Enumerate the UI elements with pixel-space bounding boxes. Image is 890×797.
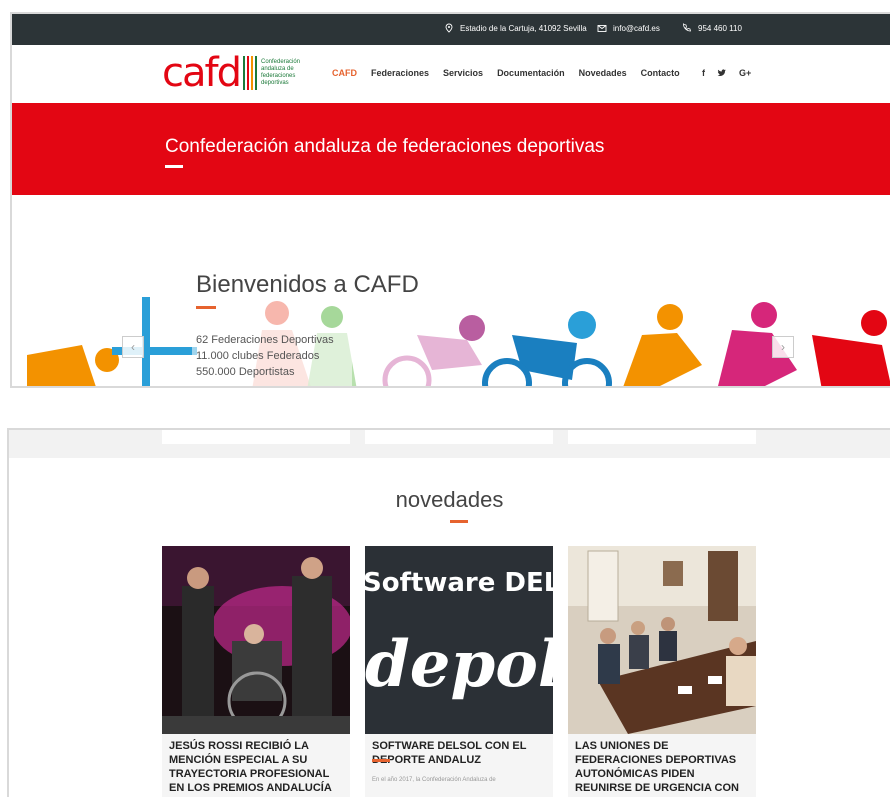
- news-card-image[interactable]: [162, 546, 350, 734]
- page-banner: Confederación andaluza de federaciones d…: [12, 103, 890, 195]
- banner-underline: [165, 165, 183, 168]
- image-text-top: Software DEL: [365, 568, 553, 598]
- news-section-title: novedades: [395, 487, 504, 512]
- stat-clubes: 11.000 clubes Federados: [196, 350, 320, 362]
- logo-word: cafd: [162, 50, 242, 96]
- address-item: Estadio de la Cartuja, 41092 Sevilla: [444, 23, 587, 33]
- mail-icon: [597, 25, 607, 32]
- chevron-left-icon: ‹: [131, 340, 135, 354]
- email-item[interactable]: info@cafd.es: [597, 23, 660, 33]
- software-delsol-image: Software DEL depol: [365, 546, 553, 734]
- logo-subtitle: Confederación andaluza de federaciones d…: [260, 59, 301, 86]
- nav-item-contacto[interactable]: Contacto: [641, 68, 680, 78]
- phone-icon: [683, 23, 692, 32]
- nav-item-documentacion[interactable]: Documentación: [497, 68, 565, 78]
- phone-item[interactable]: 954 460 110: [682, 23, 742, 33]
- google-plus-icon[interactable]: G+: [739, 68, 751, 78]
- social-links: f G+: [702, 68, 751, 78]
- slider-next-button[interactable]: ›: [772, 336, 794, 358]
- news-card-underline: [372, 759, 390, 762]
- home-screenshot-bottom: novedades JESÚS ROSSI RECIBIÓ LA MENCIÓN…: [7, 428, 890, 797]
- news-card-title[interactable]: SOFTWARE DELSOL CON EL DEPORTE ANDALUZ: [372, 739, 550, 767]
- hero-slider: Bienvenidos a CAFD 62 Federaciones Depor…: [12, 195, 890, 386]
- location-pin-icon: [445, 23, 453, 33]
- twitter-icon[interactable]: [717, 68, 727, 78]
- news-underline: [450, 520, 468, 523]
- news-card[interactable]: Software DEL depol SOFTWARE DELSOL CON E…: [365, 546, 553, 797]
- banner-title: Confederación andaluza de federaciones d…: [165, 136, 605, 157]
- award-photo: [162, 546, 350, 734]
- news-card-excerpt: En el año 2017, la Confederación Andaluz…: [372, 777, 496, 783]
- nav-item-servicios[interactable]: Servicios: [443, 68, 483, 78]
- hero-title: Bienvenidos a CAFD: [196, 271, 419, 298]
- main-menu: CAFD Federaciones Servicios Documentació…: [332, 68, 680, 78]
- address-text: Estadio de la Cartuja, 41092 Sevilla: [460, 23, 587, 33]
- sports-figures-illustration: [27, 297, 890, 386]
- hero-underline: [196, 306, 216, 309]
- meeting-photo: [568, 546, 756, 734]
- cafd-logo[interactable]: cafd Confederación andaluza de federacio…: [162, 53, 311, 93]
- email-text[interactable]: info@cafd.es: [613, 24, 660, 33]
- logo-bars: [242, 56, 257, 90]
- service-card-bottom[interactable]: [568, 430, 756, 444]
- stat-federaciones: 62 Federaciones Deportivas: [196, 334, 334, 346]
- top-info-bar: Estadio de la Cartuja, 41092 Sevilla inf…: [12, 14, 890, 45]
- news-card[interactable]: LAS UNIONES DE FEDERACIONES DEPORTIVAS A…: [568, 546, 756, 797]
- service-card-bottom[interactable]: [162, 430, 350, 444]
- home-screenshot-top: Estadio de la Cartuja, 41092 Sevilla inf…: [10, 12, 890, 388]
- nav-item-federaciones[interactable]: Federaciones: [371, 68, 429, 78]
- news-card-title[interactable]: JESÚS ROSSI RECIBIÓ LA MENCIÓN ESPECIAL …: [169, 739, 347, 795]
- services-strip: [9, 430, 890, 458]
- nav-item-cafd[interactable]: CAFD: [332, 68, 357, 78]
- nav-item-novedades[interactable]: Novedades: [579, 68, 627, 78]
- stat-deportistas: 550.000 Deportistas: [196, 366, 295, 378]
- main-navbar: cafd Confederación andaluza de federacio…: [12, 45, 890, 103]
- image-text-bottom: depol: [365, 627, 553, 702]
- news-card[interactable]: JESÚS ROSSI RECIBIÓ LA MENCIÓN ESPECIAL …: [162, 546, 350, 797]
- facebook-icon[interactable]: f: [702, 68, 705, 78]
- slider-prev-button[interactable]: ‹: [122, 336, 144, 358]
- phone-text[interactable]: 954 460 110: [698, 24, 742, 33]
- service-card-bottom[interactable]: [365, 430, 553, 444]
- news-card-image[interactable]: [568, 546, 756, 734]
- news-card-image[interactable]: Software DEL depol: [365, 546, 553, 734]
- chevron-right-icon: ›: [781, 340, 785, 354]
- news-card-title[interactable]: LAS UNIONES DE FEDERACIONES DEPORTIVAS A…: [575, 739, 753, 795]
